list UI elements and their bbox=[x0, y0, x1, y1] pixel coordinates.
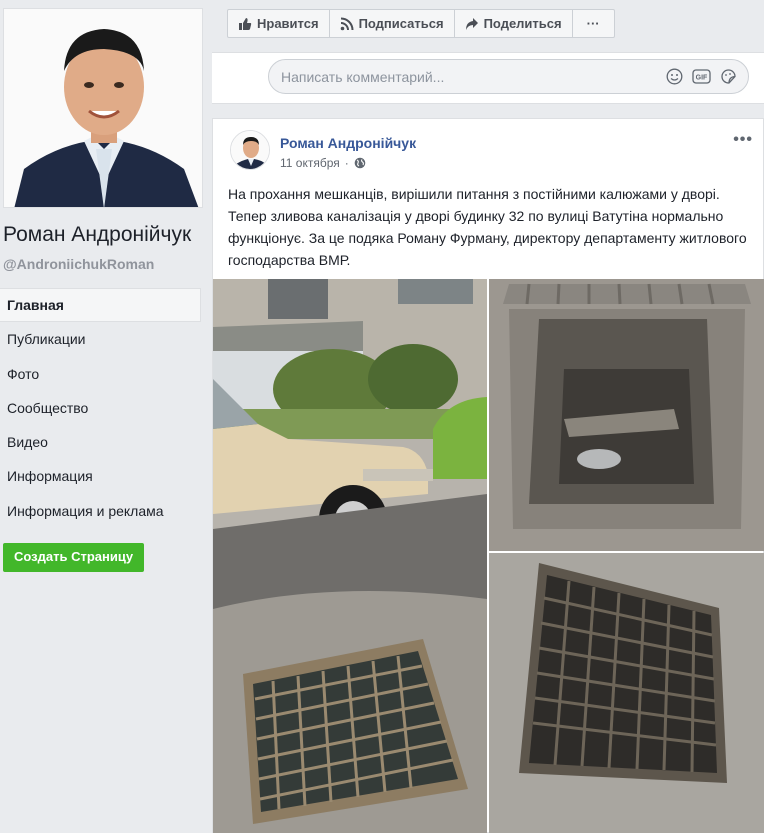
photo-grate[interactable] bbox=[489, 553, 764, 833]
post-author-avatar[interactable] bbox=[230, 130, 270, 170]
post-author-name[interactable]: Роман Андронійчук bbox=[280, 135, 416, 151]
nav-item-about[interactable]: Информация bbox=[0, 459, 201, 493]
like-label: Нравится bbox=[257, 16, 319, 31]
nav-item-community[interactable]: Сообщество bbox=[0, 391, 201, 425]
photo-open-pit[interactable] bbox=[489, 279, 764, 551]
gif-icon[interactable]: GIF bbox=[692, 67, 711, 86]
nav-item-posts[interactable]: Публикации bbox=[0, 322, 201, 356]
comment-composer: Написать комментарий... GIF bbox=[212, 52, 764, 104]
emoji-icon[interactable] bbox=[665, 67, 684, 86]
post-options-button[interactable]: ••• bbox=[733, 131, 753, 149]
nav-item-videos[interactable]: Видео bbox=[0, 425, 201, 459]
nav-item-home[interactable]: Главная bbox=[0, 288, 201, 323]
thumbs-up-icon bbox=[239, 17, 252, 30]
meta-separator: · bbox=[344, 156, 349, 170]
page-handle[interactable]: @AndroniichukRoman bbox=[3, 256, 154, 272]
globe-icon bbox=[354, 157, 366, 169]
nav-item-photos[interactable]: Фото bbox=[0, 357, 201, 391]
sidebar: Роман Андронійчук @AndroniichukRoman Гла… bbox=[0, 0, 212, 833]
post-card: Роман Андронійчук 11 октября · ••• На пр… bbox=[212, 118, 764, 833]
post-meta: 11 октября · bbox=[280, 156, 366, 170]
nav-item-ad-info[interactable]: Информация и реклама bbox=[0, 494, 201, 528]
photo-car-drain[interactable] bbox=[213, 279, 487, 833]
follow-label: Подписаться bbox=[358, 16, 444, 31]
rss-icon bbox=[340, 17, 354, 30]
post-date[interactable]: 11 октября bbox=[280, 156, 340, 170]
more-actions-button[interactable]: ··· bbox=[573, 10, 614, 37]
page-nav: Главная Публикации Фото Сообщество Видео… bbox=[0, 288, 201, 528]
svg-text:GIF: GIF bbox=[696, 75, 708, 82]
profile-picture[interactable] bbox=[3, 8, 203, 208]
post-photos bbox=[213, 279, 764, 833]
post-text: На прохання мешканців, вирішили питання … bbox=[228, 186, 747, 268]
follow-button[interactable]: Подписаться bbox=[330, 10, 455, 37]
page-action-bar: Нравится Подписаться Поделиться ··· bbox=[227, 9, 615, 38]
share-label: Поделиться bbox=[483, 16, 562, 31]
like-page-button[interactable]: Нравится bbox=[228, 10, 330, 37]
comment-input[interactable]: Написать комментарий... GIF bbox=[268, 59, 749, 94]
create-page-button[interactable]: Создать Страницу bbox=[3, 543, 145, 572]
sticker-icon[interactable] bbox=[719, 67, 738, 86]
share-arrow-icon bbox=[465, 17, 478, 30]
page-name[interactable]: Роман Андронійчук bbox=[3, 223, 191, 247]
share-button[interactable]: Поделиться bbox=[455, 10, 573, 37]
comment-placeholder: Написать комментарий... bbox=[281, 69, 445, 85]
